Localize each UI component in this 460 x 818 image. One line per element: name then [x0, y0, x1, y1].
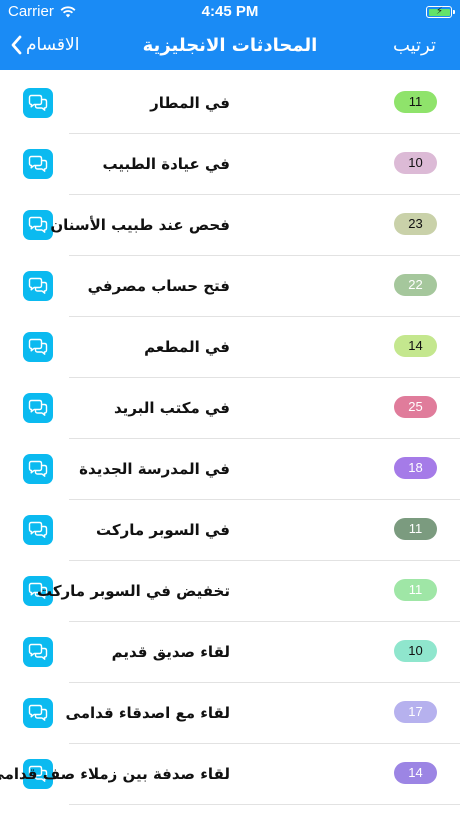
count-badge: 22	[394, 274, 437, 296]
list-item-title: في عيادة الطبيب	[102, 155, 230, 173]
list-item-title: في المطار	[150, 94, 230, 112]
list-item-title: في المطعم	[144, 338, 230, 356]
list-item[interactable]: في مكتب البريد 25	[0, 378, 460, 439]
back-button[interactable]: الاقسام	[10, 35, 79, 55]
count-badge: 11	[394, 518, 437, 540]
battery-icon: ⚡	[426, 6, 455, 18]
count-badge: 11	[394, 579, 437, 601]
list-item-title: لقاء صديق قديم	[111, 643, 230, 661]
list-item[interactable]: في المطعم 14	[0, 317, 460, 378]
chat-bubbles-icon	[23, 88, 53, 118]
list-item[interactable]: لقاء صديق قديم 10	[0, 622, 460, 683]
list-item[interactable]: لقاء صدفة بين زملاء صف قدامى 14	[0, 744, 460, 805]
chat-bubbles-icon	[23, 210, 53, 240]
status-time: 4:45 PM	[201, 3, 259, 20]
navigation-bar: الاقسام المحادثات الانجليزية ترتيب	[0, 24, 460, 70]
list-item-title: في مكتب البريد	[114, 399, 230, 417]
chat-bubbles-icon	[23, 393, 53, 423]
status-bar: Carrier 4:45 PM ⚡	[0, 0, 460, 24]
back-button-label: الاقسام	[26, 35, 80, 55]
list-item[interactable]: في عيادة الطبيب 10	[0, 134, 460, 195]
list-item-title: في السوبر ماركت	[95, 521, 230, 539]
count-badge: 23	[394, 213, 437, 235]
list-item-title: فحص عند طبيب الأسنان	[50, 216, 230, 234]
chat-bubbles-icon	[23, 698, 53, 728]
chat-bubbles-icon	[23, 515, 53, 545]
count-badge: 11	[394, 91, 437, 113]
list-item[interactable]: فتح حساب مصرفي 22	[0, 256, 460, 317]
list-item-title: تخفيض في السوبر ماركت	[36, 582, 230, 600]
count-badge: 18	[394, 457, 437, 479]
list-item[interactable]: لقاء مع اصدقاء قدامى 17	[0, 683, 460, 744]
count-badge: 14	[394, 335, 437, 357]
list-item-title: فتح حساب مصرفي	[87, 277, 230, 295]
list-item-title: في المدرسة الجديدة	[79, 460, 230, 478]
chat-bubbles-icon	[23, 149, 53, 179]
chat-bubbles-icon	[23, 454, 53, 484]
list-item[interactable]: في المطار 11	[0, 73, 460, 134]
count-badge: 17	[394, 701, 437, 723]
list-item-title: لقاء صدفة بين زملاء صف قدامى	[0, 765, 230, 783]
count-badge: 10	[394, 640, 437, 662]
conversation-list: في المطار 11 في عيادة الطبيب 10 فحص عند طبيب…	[0, 73, 460, 805]
count-badge: 10	[394, 152, 437, 174]
top-bar: Carrier 4:45 PM ⚡ الاقسام المحادثات الان…	[0, 0, 460, 70]
count-badge: 25	[394, 396, 437, 418]
chat-bubbles-icon	[23, 271, 53, 301]
chevron-left-icon	[11, 35, 22, 55]
list-item[interactable]: في المدرسة الجديدة 18	[0, 439, 460, 500]
count-badge: 14	[394, 762, 437, 784]
chat-bubbles-icon	[23, 332, 53, 362]
list-item[interactable]: فحص عند طبيب الأسنان 23	[0, 195, 460, 256]
sort-button[interactable]: ترتيب	[393, 35, 436, 56]
list-item[interactable]: تخفيض في السوبر ماركت 11	[0, 561, 460, 622]
list-item[interactable]: في السوبر ماركت 11	[0, 500, 460, 561]
chat-bubbles-icon	[23, 637, 53, 667]
row-separator	[69, 804, 460, 805]
list-item-title: لقاء مع اصدقاء قدامى	[65, 704, 230, 722]
